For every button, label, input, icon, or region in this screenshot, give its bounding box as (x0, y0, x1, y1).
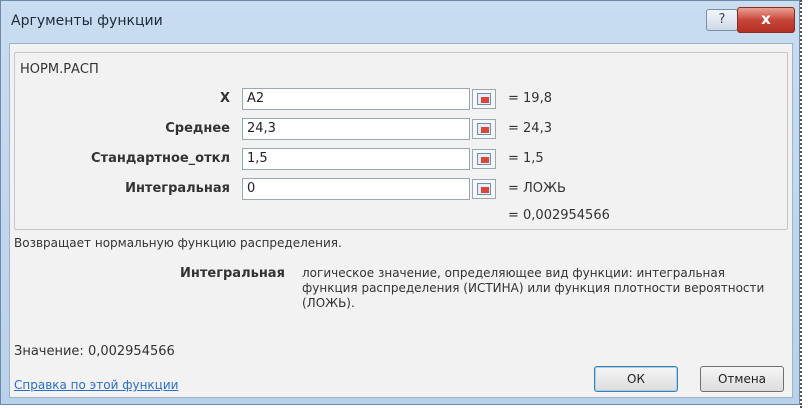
param-help-text: логическое значение, определяющее вид фу… (302, 266, 765, 310)
arg-value-cumulative: = ЛОЖЬ (508, 181, 566, 196)
arg-value-stdev: = 1,5 (508, 151, 544, 166)
arg-value-x: = 19,8 (508, 91, 552, 106)
page-edge-dotted-line (800, 0, 802, 408)
arg-value-mean: = 24,3 (508, 121, 552, 136)
param-help-name: Интегральная (180, 266, 285, 281)
arguments-group (14, 52, 788, 230)
ok-button[interactable]: ОК (594, 366, 678, 392)
dialog-title: Аргументы функции (11, 13, 163, 29)
arg-label-stdev: Стандартное_откл (91, 151, 230, 166)
cancel-button[interactable]: Отмена (700, 366, 784, 392)
function-name: НОРМ.РАСП (20, 62, 99, 77)
function-arguments-dialog: Аргументы функции ? x НОРМ.РАСП X A2 = 1… (0, 0, 800, 405)
title-bar: Аргументы функции ? x (1, 1, 799, 41)
arg-label-mean: Среднее (165, 121, 230, 136)
close-button[interactable]: x (737, 7, 795, 33)
arg-input-x[interactable]: A2 (242, 88, 470, 110)
dialog-body: НОРМ.РАСП X A2 = 19,8 Среднее 24,3 = 24,… (9, 43, 793, 398)
collapse-dialog-icon[interactable] (472, 179, 496, 199)
arg-input-cumulative[interactable]: 0 (242, 178, 470, 200)
value-result: Значение: 0,002954566 (14, 344, 175, 359)
collapse-dialog-icon[interactable] (472, 89, 496, 109)
function-help-link[interactable]: Справка по этой функции (14, 378, 178, 392)
arg-label-x: X (219, 91, 230, 106)
collapse-dialog-icon[interactable] (472, 119, 496, 139)
arg-input-stdev[interactable]: 1,5 (242, 148, 470, 170)
help-button[interactable]: ? (706, 9, 738, 31)
collapse-dialog-icon[interactable] (472, 149, 496, 169)
arg-input-mean[interactable]: 24,3 (242, 118, 470, 140)
arg-label-cumulative: Интегральная (125, 181, 230, 196)
function-description: Возвращает нормальную функцию распределе… (14, 236, 342, 250)
formula-result: = 0,002954566 (508, 208, 610, 223)
